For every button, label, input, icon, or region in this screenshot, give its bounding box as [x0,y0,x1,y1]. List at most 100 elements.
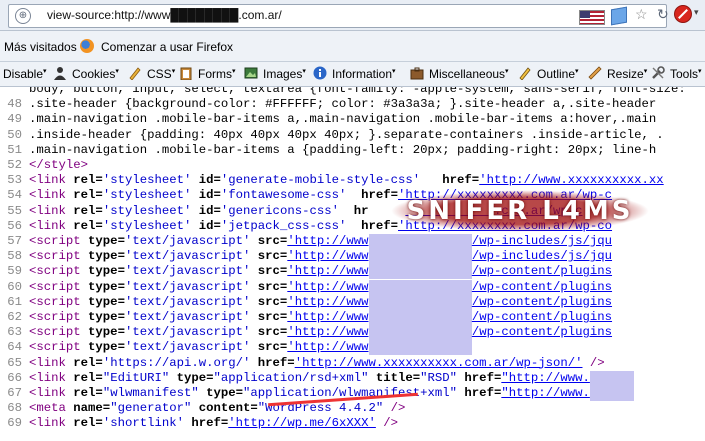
forms-menu[interactable]: Forms▾ [198,67,236,81]
line-number: 52 [7,158,22,172]
tools-menu[interactable]: Tools▾ [670,67,702,81]
miscellaneous-menu[interactable]: Miscellaneous▾ [429,67,509,81]
source-token: <link [29,218,74,233]
source-token: 'stylesheet' [102,188,192,203]
star-icon[interactable]: ☆ [635,6,648,23]
source-link[interactable]: 'http://www [287,325,368,339]
source-link[interactable]: "http://www. [501,371,590,385]
line-number: 58 [7,249,22,264]
source-token: rel= [73,203,103,218]
source-token: src= [250,264,288,279]
source-token: title= [368,370,421,385]
line-number: 63 [7,325,22,340]
source-token: type= [88,325,125,340]
css-menu[interactable]: CSS▾ [147,67,175,81]
source-token: <script [29,325,89,340]
outline-menu[interactable]: Outline▾ [537,67,579,81]
image-icon [244,67,258,79]
source-token: <script [29,340,89,355]
source-token: type= [198,386,244,400]
source-token: </style> [29,158,89,172]
source-token: <script [29,234,89,248]
bookmark-get-started[interactable]: Comenzar a usar Firefox [101,40,233,54]
source-link[interactable]: 'http://www [287,264,368,278]
source-token: type= [88,294,125,309]
images-menu[interactable]: Images▾ [263,67,306,81]
source-link[interactable]: 'http://wp.me/6xXXX' [228,416,376,430]
source-view[interactable]: body, button, input, select, textarea {f… [0,87,705,441]
source-token: "RSD" [420,370,458,385]
source-link[interactable]: "http://www. [501,386,590,400]
line-number: 69 [7,416,22,431]
bag-icon [410,67,424,80]
source-link[interactable]: /wp-content/plugins [472,325,612,339]
source-link[interactable]: 'http://www.xxxxxxxxxx.xx [479,173,663,187]
source-token: content= [191,401,258,416]
source-line: 59 <script type='text/javascript' src='ht… [0,264,612,280]
source-token: <script [29,279,89,294]
url-bar: ⊕ view-source:http://www████████.com.ar/… [0,0,705,31]
source-token: 'fontawesome-css' [220,188,347,203]
source-token: "EditURI" [102,370,170,385]
source-link[interactable]: 'http://www [287,310,368,324]
source-link[interactable]: /wp-content/plugins [472,280,612,294]
source-link[interactable]: /wp-includes/js/jqu [472,234,612,248]
source-line: 68 <meta name="generator" content="WordPr… [0,401,405,416]
source-token: 'shortlink' [102,416,184,431]
source-token: type= [88,310,125,324]
source-token: type= [88,279,125,294]
resize-menu[interactable]: Resize▾ [607,67,647,81]
address-field[interactable]: ⊕ view-source:http://www████████.com.ar/… [8,4,669,28]
source-line: 51 .main-navigation .mobile-bar-items a {… [0,143,656,158]
disable-menu[interactable]: Disable▾ [3,67,47,81]
line-number: 56 [7,218,22,233]
source-line: 61 <script type='text/javascript' src='ht… [0,294,612,310]
source-line: 62 <script type='text/javascript' src='ht… [0,310,612,325]
line-number: 64 [7,340,22,355]
source-link[interactable]: 'http://www [287,249,368,263]
source-link[interactable]: /wp-includes/js/jqu [472,249,612,263]
source-line: 63 <script type='text/javascript' src='ht… [0,325,612,341]
line-number: 49 [7,112,22,127]
source-link[interactable]: /wp-content/plugins [472,264,612,278]
bookmarks-bar: Más visitados Comenzar a usar Firefox [0,31,705,62]
source-link[interactable]: 'http://www [287,234,368,248]
source-token: <link [29,203,74,218]
source-token: type= [88,234,125,248]
source-link[interactable]: 'http://www [287,340,368,354]
chevron-down-icon[interactable]: ▾ [694,7,699,18]
source-token: rel= [73,416,103,431]
line-number: 59 [7,264,22,279]
source-link[interactable]: 'http://www [287,280,368,294]
source-token: src= [250,294,288,309]
source-token: "application/rsd+xml" [213,370,369,385]
source-token: <script [29,264,89,279]
source-line: 48 .site-header {background-color: #FFFFF… [0,97,656,112]
blurred-redaction [368,340,472,356]
globe-icon[interactable]: ⊕ [15,8,31,24]
source-token: type= [169,370,214,385]
information-menu[interactable]: Information▾ [332,67,396,81]
watermark-logo: SNIFER L4MS [390,190,650,232]
reload-icon[interactable]: ↻ [657,6,669,23]
stop-icon[interactable] [674,5,692,23]
clipboard-icon [180,67,192,80]
source-link[interactable]: /wp-content/plugins [472,310,612,324]
source-token: type= [88,249,125,264]
source-token: rel= [73,188,103,203]
address-text[interactable]: view-source:http://www████████.com.ar/ [47,8,282,22]
flag-us-icon[interactable] [579,10,605,25]
source-link[interactable]: 'http://www [287,295,368,309]
source-token: <script [29,294,89,309]
bookmark-most-visited[interactable]: Más visitados [4,40,77,54]
cookies-menu[interactable]: Cookies▾ [72,67,119,81]
line-number: 55 [7,203,22,218]
cube-icon[interactable] [611,6,627,26]
source-link[interactable]: 'http://www.xxxxxxxxxx.com.ar/wp-json/' [295,356,583,370]
source-line: 58 <script type='text/javascript' src='ht… [0,249,612,265]
web-developer-toolbar: Disable▾ Cookies▾ CSS▾ Forms▾ Images▾ In… [0,62,705,87]
source-link[interactable]: /wp-content/plugins [472,295,612,309]
source-token: rel= [73,218,103,233]
source-token: /> [375,416,399,431]
source-line [0,432,29,441]
